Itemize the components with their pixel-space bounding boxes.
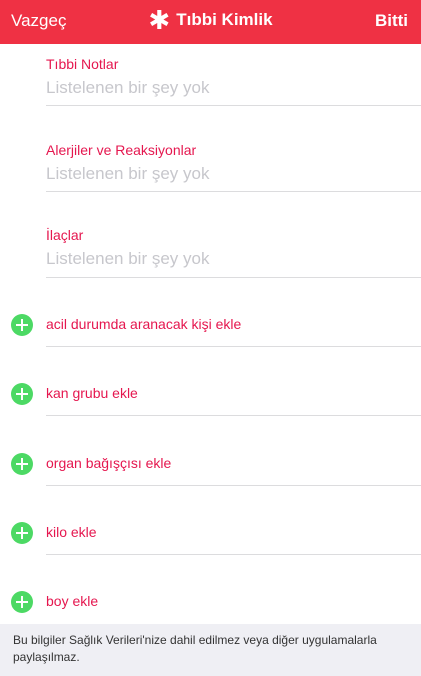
add-circle-icon[interactable]	[11, 522, 33, 544]
navigation-bar: Vazgeç ✱ Tıbbi Kimlik Bitti	[0, 0, 421, 44]
add-weight-row[interactable]: kilo ekle	[0, 513, 421, 553]
divider	[46, 191, 421, 192]
field-placeholder[interactable]: Listelenen bir şey yok	[46, 78, 421, 98]
medications-field[interactable]: İlaçlar Listelenen bir şey yok	[46, 227, 421, 269]
asterisk-icon: ✱	[148, 5, 171, 35]
divider	[46, 554, 421, 555]
page-title: ✱ Tıbbi Kimlik	[0, 5, 421, 35]
add-blood-type-row[interactable]: kan grubu ekle	[0, 374, 421, 414]
divider	[46, 485, 421, 486]
add-circle-icon[interactable]	[11, 591, 33, 613]
divider	[46, 105, 421, 106]
page-title-text: Tıbbi Kimlik	[176, 10, 273, 29]
privacy-note: Bu bilgiler Sağlık Verileri'nize dahil e…	[13, 633, 377, 664]
add-row-label[interactable]: boy ekle	[46, 593, 98, 609]
allergies-field[interactable]: Alerjiler ve Reaksiyonlar Listelenen bir…	[46, 142, 421, 184]
add-row-label[interactable]: kan grubu ekle	[46, 385, 138, 401]
divider	[46, 415, 421, 416]
done-button[interactable]: Bitti	[375, 11, 408, 31]
add-row-label[interactable]: kilo ekle	[46, 524, 97, 540]
add-circle-icon[interactable]	[11, 314, 33, 336]
medical-notes-field[interactable]: Tıbbi Notlar Listelenen bir şey yok	[46, 56, 421, 98]
add-organ-donor-row[interactable]: organ bağışçısı ekle	[0, 444, 421, 484]
field-label: Tıbbi Notlar	[46, 56, 119, 72]
add-row-label[interactable]: organ bağışçısı ekle	[46, 455, 171, 471]
field-label: Alerjiler ve Reaksiyonlar	[46, 142, 197, 158]
field-label: İlaçlar	[46, 227, 84, 243]
field-placeholder[interactable]: Listelenen bir şey yok	[46, 249, 421, 269]
add-circle-icon[interactable]	[11, 453, 33, 475]
divider	[46, 277, 421, 278]
add-emergency-contact-row[interactable]: acil durumda aranacak kişi ekle	[0, 305, 421, 345]
add-height-row[interactable]: boy ekle	[0, 582, 421, 622]
add-row-label[interactable]: acil durumda aranacak kişi ekle	[46, 316, 241, 332]
field-placeholder[interactable]: Listelenen bir şey yok	[46, 164, 421, 184]
footer: Bu bilgiler Sağlık Verileri'nize dahil e…	[0, 624, 421, 676]
add-circle-icon[interactable]	[11, 383, 33, 405]
divider	[46, 346, 421, 347]
